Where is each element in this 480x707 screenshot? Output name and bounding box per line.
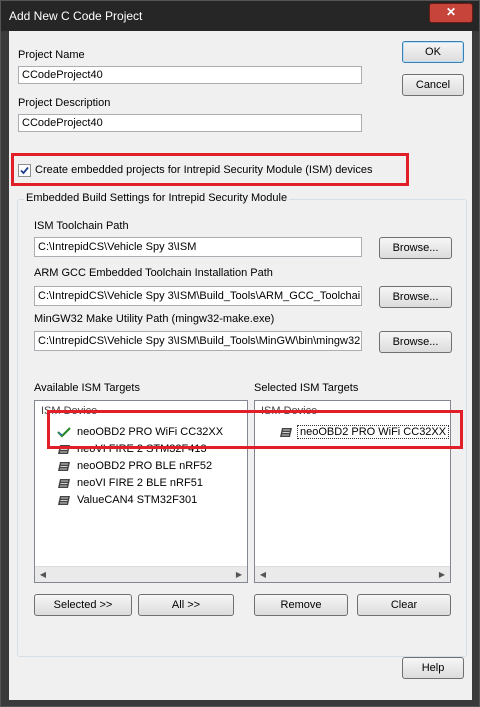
scroll-left-icon[interactable]: ◀ xyxy=(35,567,51,582)
toolchain-path-input[interactable]: C:\IntrepidCS\Vehicle Spy 3\ISM xyxy=(34,237,362,257)
project-description-label: Project Description xyxy=(18,97,111,109)
arm-gcc-path-label: ARM GCC Embedded Toolchain Installation … xyxy=(34,267,273,279)
available-targets-scrollbar[interactable]: ◀ ▶ xyxy=(35,566,247,582)
toolchain-path-label: ISM Toolchain Path xyxy=(34,220,129,232)
arm-gcc-browse-button[interactable]: Browse... xyxy=(379,286,452,308)
project-description-input[interactable]: CCodeProject40 xyxy=(18,114,362,132)
ism-checkbox-label[interactable]: Create embedded projects for Intrepid Se… xyxy=(35,164,373,176)
available-target-item[interactable]: neoVI FIRE 2 STM32F413 xyxy=(57,442,247,458)
available-target-item[interactable]: neoOBD2 PRO BLE nRF52 xyxy=(57,459,247,475)
available-targets-label: Available ISM Targets xyxy=(34,382,140,394)
mingw-browse-button[interactable]: Browse... xyxy=(379,331,452,353)
available-target-item[interactable]: neoOBD2 PRO WiFi CC32XX xyxy=(57,425,247,441)
selected-targets-scrollbar[interactable]: ◀ ▶ xyxy=(255,566,450,582)
project-name-label: Project Name xyxy=(18,49,85,61)
selected-targets-label: Selected ISM Targets xyxy=(254,382,359,394)
selected-target-item[interactable]: neoOBD2 PRO WiFi CC32XX xyxy=(279,425,450,441)
scroll-right-icon[interactable]: ▶ xyxy=(231,567,247,582)
add-all-button[interactable]: All >> xyxy=(138,594,234,616)
mingw-path-label: MinGW32 Make Utility Path (mingw32-make.… xyxy=(34,313,275,325)
device-icon xyxy=(280,428,292,437)
scroll-left-icon[interactable]: ◀ xyxy=(255,567,271,582)
available-target-label: neoVI FIRE 2 STM32F413 xyxy=(77,443,207,455)
dialog-body: Project Name CCodeProject40 Project Desc… xyxy=(9,31,472,700)
help-button[interactable]: Help xyxy=(402,657,464,679)
mingw-path-input[interactable]: C:\IntrepidCS\Vehicle Spy 3\ISM\Build_To… xyxy=(34,331,362,351)
project-name-input[interactable]: CCodeProject40 xyxy=(18,66,362,84)
dialog-window: Add New C Code Project ✕ Project Name CC… xyxy=(0,0,480,707)
checkmark-icon xyxy=(20,166,29,175)
available-targets-list[interactable]: ISM Device neoOBD2 PRO WiFi CC32XX neoVI… xyxy=(34,400,248,583)
selected-target-label: neoOBD2 PRO WiFi CC32XX xyxy=(297,425,450,439)
checked-device-icon xyxy=(57,427,71,438)
add-selected-button[interactable]: Selected >> xyxy=(34,594,132,616)
ism-checkbox[interactable] xyxy=(18,164,31,177)
remove-button[interactable]: Remove xyxy=(254,594,348,616)
cancel-button[interactable]: Cancel xyxy=(402,74,464,96)
device-icon xyxy=(58,445,70,454)
available-target-label: neoVI FIRE 2 BLE nRF51 xyxy=(77,477,203,489)
selected-targets-header: ISM Device xyxy=(261,405,318,417)
toolchain-browse-button[interactable]: Browse... xyxy=(379,237,452,259)
close-button[interactable]: ✕ xyxy=(429,3,473,23)
ok-button[interactable]: OK xyxy=(402,41,464,63)
available-target-label: neoOBD2 PRO BLE nRF52 xyxy=(77,460,213,472)
arm-gcc-path-input[interactable]: C:\IntrepidCS\Vehicle Spy 3\ISM\Build_To… xyxy=(34,286,362,306)
available-target-item[interactable]: ValueCAN4 STM32F301 xyxy=(57,493,247,509)
selected-targets-list[interactable]: ISM Device neoOBD2 PRO WiFi CC32XX ◀ ▶ xyxy=(254,400,451,583)
scroll-right-icon[interactable]: ▶ xyxy=(434,567,450,582)
device-icon xyxy=(58,496,70,505)
available-target-item[interactable]: neoVI FIRE 2 BLE nRF51 xyxy=(57,476,247,492)
device-icon xyxy=(58,462,70,471)
embedded-build-settings-title: Embedded Build Settings for Intrepid Sec… xyxy=(24,192,290,204)
device-icon xyxy=(58,479,70,488)
available-targets-header: ISM Device xyxy=(41,405,98,417)
available-target-label: ValueCAN4 STM32F301 xyxy=(77,494,198,506)
window-title: Add New C Code Project xyxy=(9,9,143,23)
clear-button[interactable]: Clear xyxy=(357,594,451,616)
title-bar[interactable]: Add New C Code Project ✕ xyxy=(1,1,479,31)
available-target-label: neoOBD2 PRO WiFi CC32XX xyxy=(77,426,224,438)
